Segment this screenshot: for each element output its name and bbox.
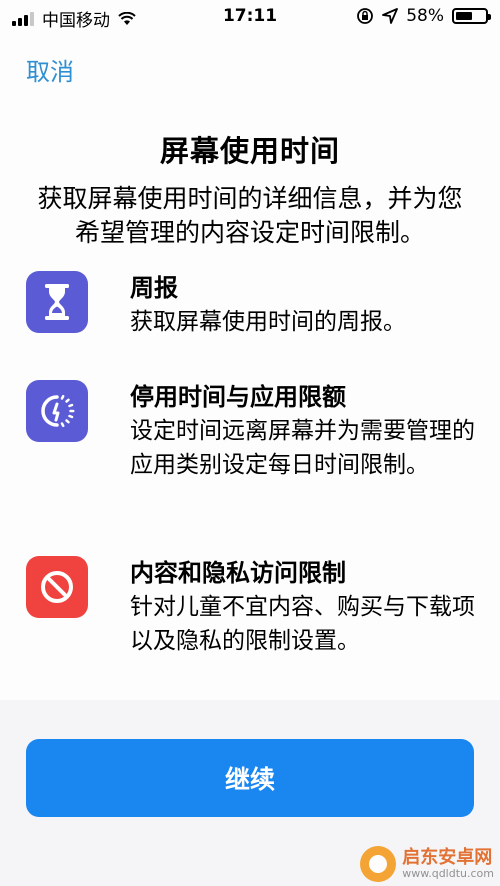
feature-title: 停用时间与应用限额 (130, 383, 346, 411)
feature-description: 设定时间远离屏幕并为需要管理的应用类别设定每日时间限制。 (130, 418, 475, 478)
cancel-button[interactable]: 取消 (26, 52, 74, 87)
status-bar: 中国移动 17:11 58% (0, 0, 500, 34)
battery-icon (452, 8, 491, 24)
feature-description: 获取屏幕使用时间的周报。 (130, 309, 406, 335)
watermark-url: www.qdldtu.com (402, 866, 494, 880)
feature-title: 内容和隐私访问限制 (130, 559, 346, 587)
continue-button[interactable]: 继续 (26, 739, 474, 817)
hourglass-icon (26, 271, 88, 333)
restriction-icon (26, 556, 88, 618)
watermark: 启东安卓网 www.qdldtu.com (360, 846, 494, 882)
battery-fill (456, 12, 472, 20)
watermark-name: 启东安卓网 (402, 847, 493, 869)
watermark-logo-icon (360, 846, 397, 882)
orientation-lock-icon (357, 8, 374, 24)
intro-text: 获取屏幕使用时间的详细信息，并为您希望管理的内容设定时间限制。 (37, 184, 463, 247)
status-right: 58% (356, 6, 491, 26)
feature-description: 针对儿童不宜内容、购买与下载项以及隐私的限制设置。 (130, 594, 475, 654)
screen-time-setup-screen: 中国移动 17:11 58% 取消 屏幕使用时间 获取屏幕使用时间的详细信息，并… (0, 0, 500, 886)
battery-percent: 58% (406, 6, 444, 26)
page-title: 屏幕使用时间 (159, 134, 340, 168)
downtime-icon (26, 380, 88, 442)
feature-title: 周报 (130, 274, 178, 302)
location-icon (382, 8, 399, 24)
